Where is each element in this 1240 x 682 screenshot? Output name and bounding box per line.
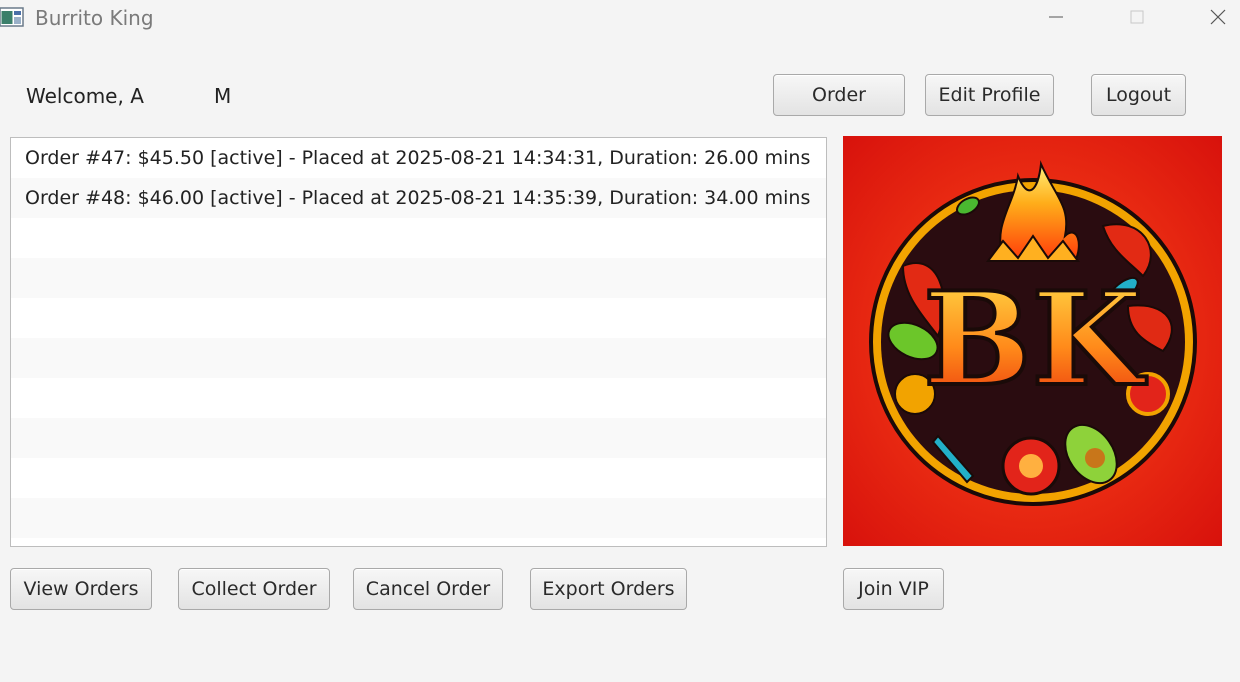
close-icon <box>1210 9 1226 25</box>
empty-list-row[interactable] <box>11 378 826 418</box>
collect-order-button[interactable]: Collect Order <box>178 568 330 610</box>
join-vip-button[interactable]: Join VIP <box>843 568 944 610</box>
empty-list-row[interactable] <box>11 338 826 378</box>
empty-list-row[interactable] <box>11 418 826 458</box>
burrito-king-logo: BK <box>843 136 1222 546</box>
welcome-user-name: M <box>214 84 232 108</box>
window-title: Burrito King <box>35 6 154 30</box>
app-icon <box>0 7 24 27</box>
empty-list-row[interactable] <box>11 258 826 298</box>
maximize-icon <box>1130 10 1144 24</box>
orders-list[interactable]: Order #47: $45.50 [active] - Placed at 2… <box>10 137 827 547</box>
export-orders-button[interactable]: Export Orders <box>530 568 687 610</box>
close-button[interactable] <box>1198 4 1238 30</box>
edit-profile-button[interactable]: Edit Profile <box>925 74 1054 116</box>
logo-graphic: BK <box>843 136 1222 546</box>
title-bar: Burrito King <box>0 0 1240 36</box>
empty-list-row[interactable] <box>11 498 826 538</box>
cancel-order-button[interactable]: Cancel Order <box>353 568 503 610</box>
app-window: Burrito King Welcome, A M Order Edit Pro… <box>0 0 1240 682</box>
view-orders-button[interactable]: View Orders <box>10 568 152 610</box>
logo-monogram: BK <box>923 265 1147 415</box>
minimize-icon <box>1049 16 1063 18</box>
order-button[interactable]: Order <box>773 74 905 116</box>
empty-list-row[interactable] <box>11 458 826 498</box>
maximize-button[interactable] <box>1117 4 1157 30</box>
order-list-item[interactable]: Order #48: $46.00 [active] - Placed at 2… <box>11 178 826 218</box>
minimize-button[interactable] <box>1036 4 1076 30</box>
order-list-item[interactable]: Order #47: $45.50 [active] - Placed at 2… <box>11 138 826 178</box>
welcome-label: Welcome, A <box>26 84 144 108</box>
empty-list-row[interactable] <box>11 298 826 338</box>
logout-button[interactable]: Logout <box>1091 74 1186 116</box>
empty-list-row[interactable] <box>11 218 826 258</box>
